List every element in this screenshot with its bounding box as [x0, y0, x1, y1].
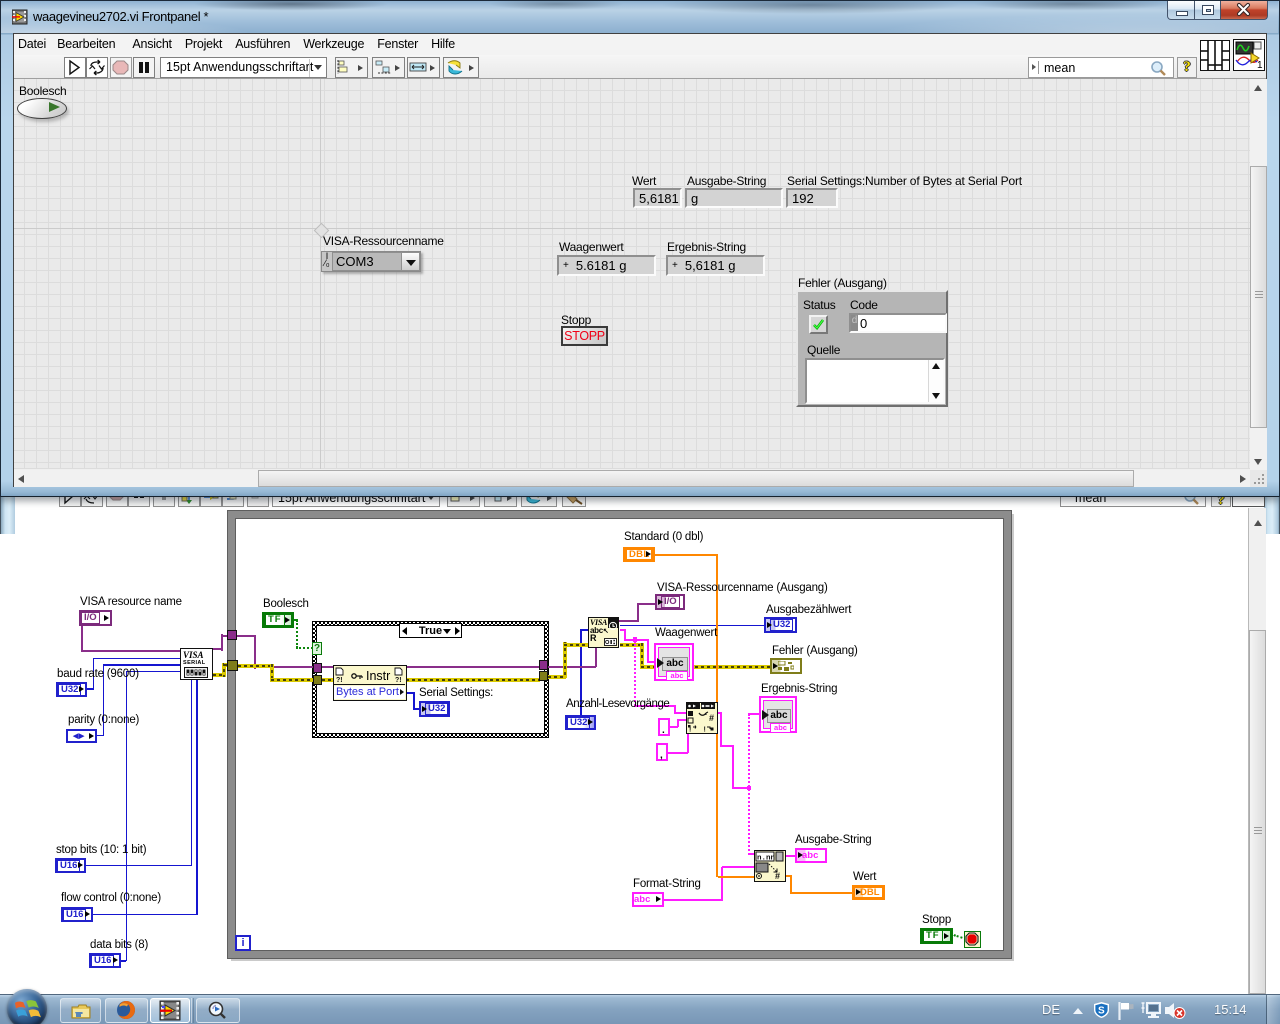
svg-text:#: #	[709, 713, 714, 723]
svg-text:!: !	[704, 727, 706, 733]
svg-text:!: !	[689, 727, 691, 733]
svg-text:?!: ?!	[336, 677, 343, 684]
svg-text:1: 1	[1257, 60, 1263, 70]
svg-text:n.nn: n.nn	[757, 855, 776, 863]
svg-text:?!: ?!	[395, 677, 402, 684]
svg-text:#: #	[775, 871, 780, 880]
svg-text:S: S	[1098, 1006, 1105, 1017]
